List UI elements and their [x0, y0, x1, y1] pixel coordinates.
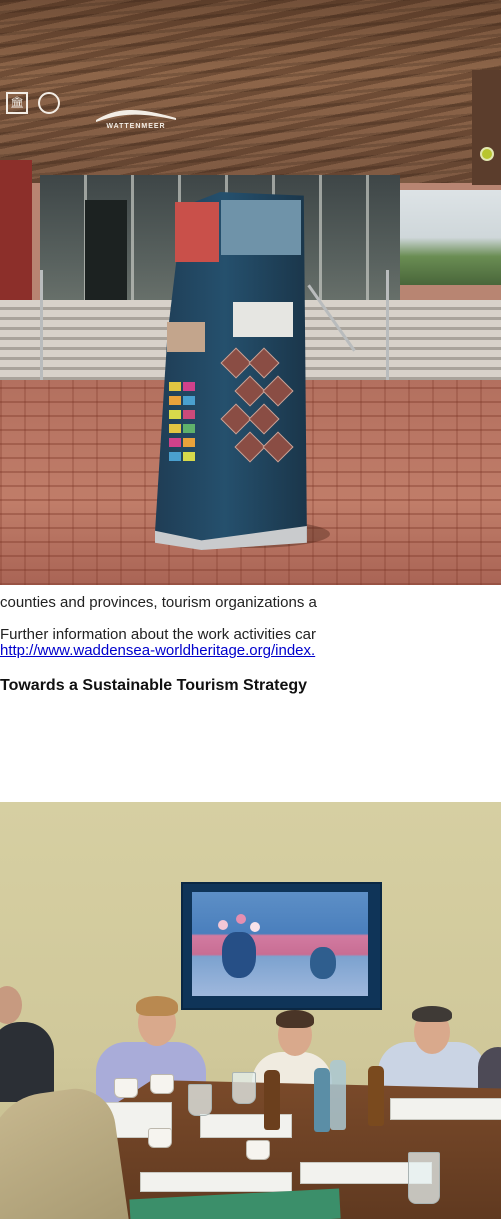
wattenmeer-brand-logo: WATTENMEER — [91, 104, 181, 140]
painting-flower — [218, 920, 228, 930]
unesco-logo-icon: 🏛 — [6, 92, 28, 114]
coffee-cup — [246, 1140, 270, 1160]
world-heritage-emblem-icon — [38, 92, 60, 114]
pillar-top-panel — [221, 200, 301, 255]
pillar-photo — [233, 302, 293, 337]
paper-sheet — [140, 1172, 292, 1192]
water-bottle — [330, 1060, 346, 1130]
pillar-swatch — [183, 438, 195, 447]
pillar-swatch — [169, 438, 181, 447]
handrail — [386, 270, 389, 380]
pillar-swatch — [169, 452, 181, 461]
worldheritage-link[interactable]: http://www.waddensea-worldheritage.org/i… — [0, 642, 501, 660]
pillar-photo — [167, 322, 205, 352]
juice-bottle — [264, 1070, 280, 1130]
entrance-door — [85, 200, 127, 315]
section-heading: Towards a Sustainable Tourism Strategy — [0, 677, 308, 694]
pillar-swatch — [169, 396, 181, 405]
paper-sheet — [390, 1098, 501, 1120]
painting-vase — [310, 947, 336, 979]
painting — [192, 892, 368, 996]
drinking-glass — [188, 1084, 212, 1116]
juice-bottle — [368, 1066, 384, 1126]
coffee-cup — [114, 1078, 138, 1098]
pillar-swatch — [183, 382, 195, 391]
pillar-swatch — [183, 452, 195, 461]
pillar-swatch — [183, 396, 195, 405]
water-bottle — [314, 1068, 330, 1132]
drinking-glass — [232, 1072, 256, 1104]
facade-logos: 🏛 — [6, 92, 60, 114]
person-hair — [276, 1010, 314, 1028]
exhibition-pillar — [155, 192, 310, 550]
coffee-cup — [150, 1074, 174, 1094]
person-hair — [412, 1006, 452, 1022]
pillar-swatch — [183, 424, 195, 433]
painting-vase — [222, 932, 256, 978]
handrail — [40, 270, 43, 380]
brand-text: WATTENMEER — [106, 123, 166, 130]
visitor-centre-photo: 🏛 WATTENMEER — [0, 0, 501, 585]
person-hair — [136, 996, 178, 1016]
pillar-swatch — [183, 410, 195, 419]
coffee-cup — [148, 1128, 172, 1148]
person — [0, 1022, 54, 1102]
pillar-swatch — [169, 424, 181, 433]
green-badge-icon — [480, 147, 494, 161]
building-facade — [0, 0, 501, 183]
meeting-room-photo — [0, 802, 501, 1219]
painting-flower — [236, 914, 246, 924]
pillar-swatch — [169, 410, 181, 419]
person-head — [0, 986, 22, 1024]
background-sky-trees — [400, 190, 501, 285]
facade-wall-right — [472, 70, 501, 185]
pillar-swatch — [169, 382, 181, 391]
pillar-top-image — [175, 202, 219, 262]
red-wall — [0, 160, 32, 310]
body-text-line: counties and provinces, tourism organiza… — [0, 594, 317, 611]
painting-flower — [250, 922, 260, 932]
drinking-glass — [408, 1152, 440, 1204]
